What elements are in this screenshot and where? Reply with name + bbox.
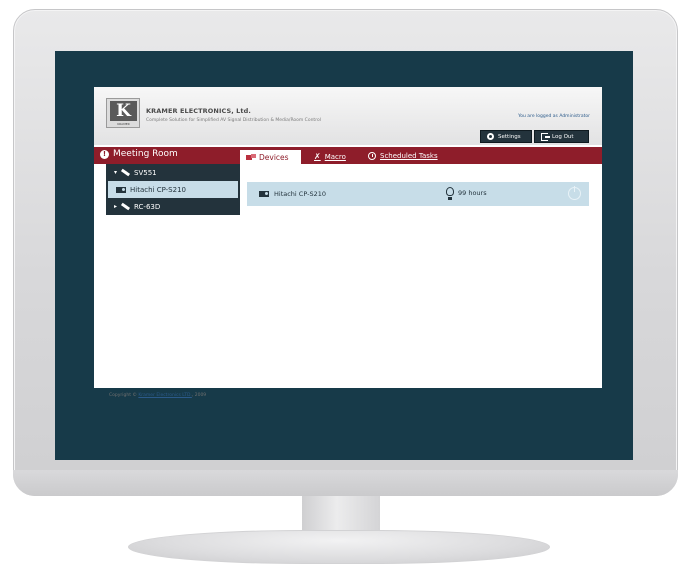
copyright-text: Copyright © Kramer Electronics LTD., 200…	[109, 393, 207, 398]
logo-subtext: KRAMER	[117, 122, 130, 126]
app-window: K KRAMER KRAMER ELECTRONICS, Ltd. Comple…	[94, 87, 602, 388]
collapse-arrow-icon[interactable]: ▾	[114, 169, 117, 176]
room-title[interactable]: ! Meeting Room	[100, 149, 178, 159]
tab-devices[interactable]: Devices	[240, 150, 301, 164]
wand-icon	[120, 202, 131, 211]
logout-button[interactable]: Log Out	[534, 130, 589, 143]
monitor-chin	[13, 470, 678, 496]
expand-arrow-icon[interactable]: ▸	[114, 203, 117, 210]
logged-in-status: You are logged as Administrator	[518, 114, 590, 119]
gear-icon	[487, 133, 494, 140]
copyright-prefix: Copyright ©	[109, 393, 137, 398]
wand-icon	[120, 168, 131, 177]
info-icon: !	[100, 149, 109, 159]
tab-scheduled-tasks-label: Scheduled Tasks	[380, 152, 438, 160]
tree-item-label: SV551	[134, 168, 157, 177]
device-row[interactable]: Hitachi CP-S210 99 hours	[247, 182, 589, 206]
clock-icon	[368, 152, 376, 160]
settings-button[interactable]: Settings	[480, 130, 532, 143]
logo-letter: K	[110, 101, 137, 121]
logout-label: Log Out	[552, 133, 574, 140]
power-icon[interactable]	[568, 186, 581, 200]
company-tagline: Complete Solution for Simplified AV Sign…	[146, 118, 321, 123]
macro-icon: ✗	[314, 152, 321, 161]
tab-devices-label: Devices	[259, 152, 289, 162]
tree-item-hitachi[interactable]: Hitachi CP-S210	[106, 181, 240, 198]
lamp-hours: 99 hours	[458, 189, 487, 197]
company-link[interactable]: Kramer Electronics LTD.	[138, 393, 191, 398]
tab-scheduled-tasks[interactable]: Scheduled Tasks	[368, 152, 438, 160]
device-name: Hitachi CP-S210	[274, 190, 326, 198]
kramer-logo: K KRAMER	[106, 98, 140, 128]
device-tree: ▾ SV551 Hitachi CP-S210 ▸ RC-63D	[106, 164, 240, 215]
tree-item-label: RC-63D	[134, 202, 161, 211]
tab-macro[interactable]: ✗ Macro	[314, 152, 346, 161]
monitor-stand-base	[128, 530, 550, 564]
logout-icon	[541, 132, 550, 141]
lamp-icon	[446, 187, 454, 200]
tab-macro-label: Macro	[324, 152, 346, 161]
app-header: K KRAMER KRAMER ELECTRONICS, Ltd. Comple…	[94, 87, 602, 145]
settings-label: Settings	[498, 133, 521, 140]
tree-item-rc63d[interactable]: ▸ RC-63D	[106, 198, 240, 215]
room-title-label: Meeting Room	[113, 149, 178, 159]
projector-icon	[116, 186, 126, 193]
projector-icon	[259, 191, 269, 197]
nav-bar: ! Meeting Room Devices ✗ Macro Scheduled…	[94, 147, 602, 164]
company-name: KRAMER ELECTRONICS, Ltd.	[146, 107, 251, 115]
monitor-screen: K KRAMER KRAMER ELECTRONICS, Ltd. Comple…	[55, 51, 633, 460]
tree-item-sv551[interactable]: ▾ SV551	[106, 164, 240, 181]
devices-icon	[246, 153, 256, 161]
copyright-year: 2009	[194, 393, 207, 398]
tree-item-label: Hitachi CP-S210	[130, 185, 186, 194]
